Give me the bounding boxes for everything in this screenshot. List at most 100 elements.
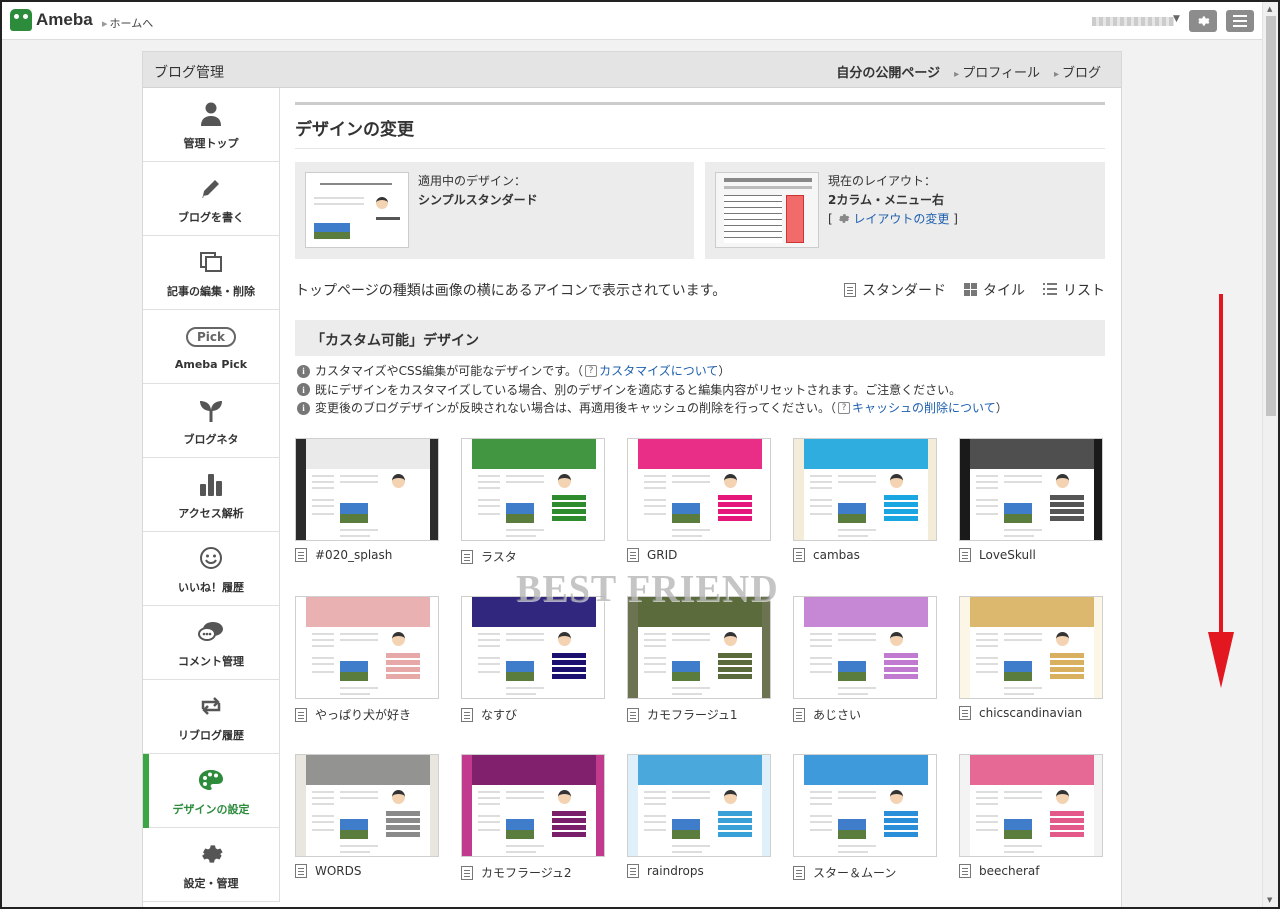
thumbnail-text-line [810, 829, 832, 831]
sidebar-item-settings[interactable]: 設定・管理 [143, 828, 279, 902]
thumbnail-text-line [672, 481, 710, 483]
design-card[interactable]: カモフラージュ2 [461, 754, 605, 881]
design-card[interactable]: GRID [627, 438, 771, 562]
design-thumbnail[interactable] [461, 754, 605, 857]
thumbnail-header [472, 439, 596, 469]
ameba-logo[interactable]: Ameba [10, 9, 93, 31]
thumbnail-photo [506, 661, 534, 681]
brand-name: Ameba [36, 10, 93, 29]
chevron-down-icon[interactable]: ▼ [1173, 14, 1180, 24]
design-name-row: chicscandinavian [959, 706, 1103, 720]
scroll-down-icon[interactable]: ▼ [1267, 896, 1272, 904]
own-page-link[interactable]: 自分の公開ページ [836, 62, 940, 81]
design-thumbnail[interactable] [627, 596, 771, 699]
design-thumbnail[interactable] [461, 596, 605, 699]
design-card[interactable]: ラスタ [461, 438, 605, 565]
design-thumbnail[interactable] [295, 438, 439, 541]
design-thumbnail[interactable] [959, 596, 1103, 699]
thumbnail-button [884, 509, 918, 514]
design-card[interactable]: #020_splash [295, 438, 439, 562]
sidebar-item-access-analysis[interactable]: アクセス解析 [143, 458, 279, 532]
design-card[interactable]: raindrops [627, 754, 771, 878]
thumbnail-text-line [478, 815, 500, 817]
design-card[interactable]: WORDS [295, 754, 439, 878]
design-name: スター＆ムーン [813, 866, 897, 880]
thumbnail-photo [1004, 819, 1032, 839]
thumbnail-text-line [340, 797, 378, 799]
design-card[interactable]: カモフラージュ1 [627, 596, 771, 723]
document-icon [295, 707, 307, 722]
design-thumbnail[interactable] [793, 754, 937, 857]
current-design-thumbnail[interactable] [305, 172, 409, 248]
design-thumbnail[interactable] [627, 438, 771, 541]
thumbnail-avatar [392, 790, 405, 804]
thumbnail-photo [1004, 661, 1032, 681]
cache-help-link[interactable]: キャッシュの削除について [852, 399, 996, 418]
sidebar-item-admin-top[interactable]: 管理トップ [143, 88, 279, 162]
scrollbar-thumb[interactable] [1266, 16, 1276, 416]
info-icon: i [297, 364, 310, 378]
notes: i カスタマイズやCSS編集が可能なデザインです。（ ? カスタマイズについて … [297, 362, 1008, 418]
vertical-scrollbar[interactable]: ▲ ▼ [1262, 2, 1278, 907]
design-card[interactable]: cambas [793, 438, 937, 562]
thumbnail-avatar [1056, 790, 1069, 804]
design-thumbnail[interactable] [461, 438, 605, 541]
thumbnail-button [552, 502, 586, 507]
note-2: i 既にデザインをカスタマイズしている場合、別のデザインを適応すると編集内容がリ… [297, 381, 1008, 400]
design-card[interactable]: スター＆ムーン [793, 754, 937, 881]
home-link[interactable]: ホームへ [102, 15, 154, 31]
design-name: あじさい [813, 708, 862, 722]
sidebar-item-likes-history[interactable]: いいね！履歴 [143, 532, 279, 606]
thumbnail-text-line [478, 475, 500, 477]
sidebar-item-blog-neta[interactable]: ブログネタ [143, 384, 279, 458]
design-thumbnail[interactable] [793, 438, 937, 541]
menu-button[interactable] [1226, 10, 1254, 32]
design-card[interactable]: やっぱり犬が好き [295, 596, 439, 723]
design-card[interactable]: LoveSkull [959, 438, 1103, 562]
design-thumbnail[interactable] [295, 596, 439, 699]
help-icon: ? [838, 402, 851, 415]
thumbnail-button [552, 832, 586, 837]
thumbnail-button [884, 825, 918, 830]
thumbnail-text-line [506, 791, 544, 793]
design-card[interactable]: beecheraf [959, 754, 1103, 878]
thumbnail-button [552, 495, 586, 500]
thumbnail-header [970, 755, 1094, 785]
profile-link[interactable]: プロフィール [954, 62, 1040, 81]
thumbnail-avatar [392, 632, 405, 646]
bar-chart-icon [200, 473, 222, 496]
scroll-up-icon[interactable]: ▲ [1267, 5, 1272, 13]
thumbnail-photo [340, 661, 368, 681]
design-card[interactable]: あじさい [793, 596, 937, 723]
person-icon [201, 102, 221, 126]
thumbnail-text-line [976, 797, 998, 799]
user-name-blurred[interactable] [1092, 17, 1174, 26]
sidebar-item-reblog-history[interactable]: リブログ履歴 [143, 680, 279, 754]
design-card[interactable]: chicscandinavian [959, 596, 1103, 720]
design-thumbnail[interactable] [627, 754, 771, 857]
thumbnail-text-line [976, 821, 998, 823]
thumbnail-button [552, 516, 586, 521]
design-thumbnail[interactable] [959, 438, 1103, 541]
design-thumbnail[interactable] [793, 596, 937, 699]
design-card[interactable]: なすび [461, 596, 605, 723]
thumbnail-text-line [478, 639, 500, 641]
layout-thumbnail[interactable] [715, 172, 819, 248]
design-thumbnail[interactable] [959, 754, 1103, 857]
thumbnail-text-line [312, 797, 334, 799]
customize-help-link[interactable]: カスタマイズについて [599, 362, 718, 381]
change-layout-link[interactable]: レイアウトの変更 [853, 212, 949, 226]
document-icon [959, 706, 971, 720]
sidebar-item-ameba-pick[interactable]: Pick Ameba Pick [143, 310, 279, 384]
sidebar-item-write[interactable]: ブログを書く [143, 162, 279, 236]
thumbnail-text-line [340, 633, 378, 635]
design-thumbnail[interactable] [295, 754, 439, 857]
sidebar-item-edit-delete[interactable]: 記事の編集・削除 [143, 236, 279, 310]
sidebar-item-design-settings[interactable]: デザインの設定 [143, 754, 279, 828]
blog-link[interactable]: ブログ [1054, 62, 1101, 81]
thumbnail-button [1050, 832, 1084, 837]
settings-button[interactable] [1189, 10, 1217, 32]
sidebar-item-comments[interactable]: コメント管理 [143, 606, 279, 680]
thumbnail-button [1050, 811, 1084, 816]
thumbnail-text-line [340, 851, 370, 853]
